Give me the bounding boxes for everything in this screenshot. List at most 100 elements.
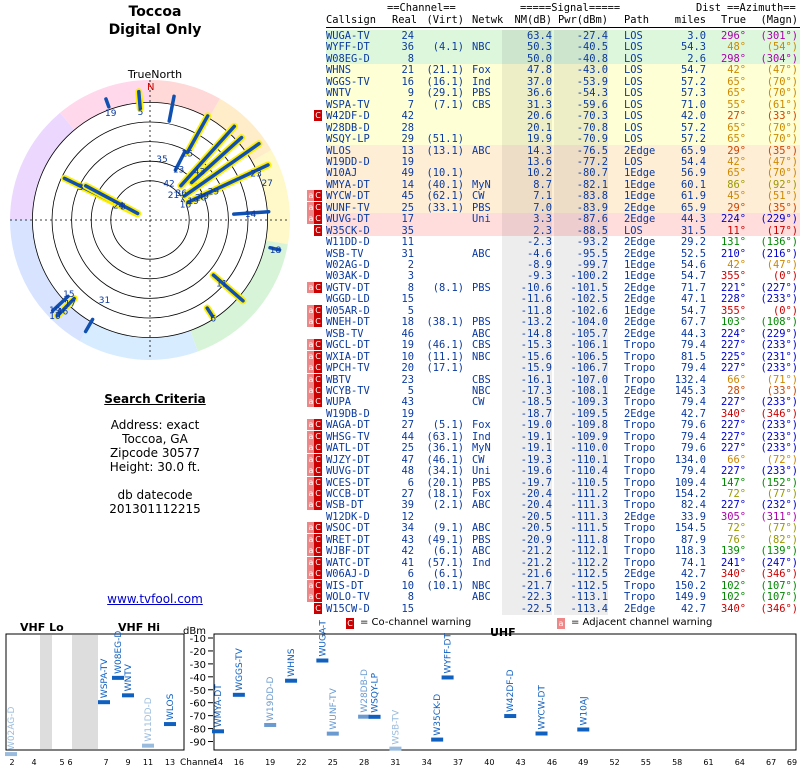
cell-path: LOS xyxy=(624,224,643,237)
table-row[interactable]: W19DB-D 19 -18.7 -109.5 2Edge 42.7 340° (346°) xyxy=(326,407,800,420)
cell-pwr: -110.5 xyxy=(554,476,608,489)
table-row[interactable]: WNTV 9 (29.1) PBS 36.6 -54.3 LOS 57.3 65° (70°) xyxy=(326,87,800,100)
table-row[interactable]: W06AJ-D 6 (6.1) -21.6 -112.5 2Edge 42.7 340° (34… xyxy=(326,568,800,581)
table-row[interactable]: WJBF-DT 42 (6.1) ABC -21.2 -112.1 Tropo 118.3 13… xyxy=(326,545,800,558)
table-row[interactable]: WUPA 43 CW -18.5 -109.3 Tropo 79.4 227° (233°) xyxy=(326,396,800,409)
table-row[interactable]: WCYB-TV 5 NBC -17.3 -108.1 2Edge 145.3 28° (33°) xyxy=(326,384,800,397)
cell-net: Fox xyxy=(472,488,491,500)
table-row[interactable]: WSB-DT 39 (2.1) ABC -20.4 -111.3 Tropo 82.4 227°… xyxy=(326,499,800,512)
table-row[interactable]: WGGS-TV 16 (16.1) Ind 37.0 -53.9 LOS 57.2 65° (70… xyxy=(326,75,800,88)
table-row[interactable]: WUGA-TV 24 63.4 -27.4 LOS 3.0 296° (301°) xyxy=(326,30,800,42)
table-row[interactable]: WRET-DT 43 (49.1) PBS -20.9 -111.8 Tropo 87.9 76… xyxy=(326,533,800,546)
cell-mag: (233°) xyxy=(760,396,798,409)
table-row[interactable]: WUVG-DT 17 Uni 3.3 -87.6 2Edge 44.3 224° (229°) xyxy=(326,213,800,226)
cell-mag: (229°) xyxy=(760,213,798,226)
cell-net: ABC xyxy=(472,327,491,340)
cochannel-warning-icon: C xyxy=(314,602,322,614)
cell-real: 19 xyxy=(401,155,414,168)
cell-nm: 3.3 xyxy=(502,213,552,226)
cell-az: 11° xyxy=(727,224,746,237)
cell-virt: (5.1) xyxy=(432,419,464,432)
uhf-tick-label: 46 xyxy=(547,758,557,767)
cell-virt: (16.1) xyxy=(426,75,464,88)
cell-path: LOS xyxy=(624,30,643,42)
table-row[interactable]: W03AK-D 3 -9.3 -100.2 1Edge 54.7 355° (0°) xyxy=(326,270,800,283)
table-row[interactable]: WHSG-TV 44 (63.1) Ind -19.1 -109.9 Tropo 79.4 22… xyxy=(326,430,800,443)
signal-bar xyxy=(98,700,110,705)
cell-real: 24 xyxy=(401,30,414,42)
table-row[interactable]: WATL-DT 25 (36.1) MyN -19.1 -110.0 Tropo 79.6 22… xyxy=(326,442,800,455)
table-row[interactable]: WGCL-DT 19 (46.1) CBS -15.3 -106.1 Tropo 79.4 22… xyxy=(326,339,800,352)
cochannel-warning-icon: C xyxy=(314,465,322,477)
table-row[interactable]: WGGD-LD 15 -11.6 -102.5 2Edge 47.1 228° (233°) xyxy=(326,293,800,306)
table-row[interactable]: W15CW-D 15 -22.5 -113.4 2Edge 42.7 340° (346°) xyxy=(326,602,800,615)
col-header-path: Path xyxy=(624,14,650,26)
cell-pwr: -113.4 xyxy=(554,602,608,615)
table-row[interactable]: W11DD-D 11 -2.3 -93.2 2Edge 29.2 131° (136°) xyxy=(326,236,800,249)
table-row[interactable]: WSB-TV 31 ABC -4.6 -95.5 2Edge 52.5 210° (216°) xyxy=(326,247,800,260)
tvfool-link[interactable]: www.tvfool.com xyxy=(70,592,240,606)
table-row[interactable]: WLOS 13 (13.1) ABC 14.3 -76.5 2Edge 65.9 29° (35°… xyxy=(326,144,800,157)
table-row[interactable]: WIS-DT 10 (10.1) NBC -21.7 -112.5 Tropo 150.2 10… xyxy=(326,579,800,592)
cochannel-warning-icon: C xyxy=(314,488,322,499)
table-row[interactable]: WSPA-TV 7 (7.1) CBS 31.3 -59.6 LOS 71.0 55° (61°) xyxy=(326,98,800,111)
cochannel-warning-icon: C xyxy=(314,579,322,591)
table-row[interactable]: W28DB-D 28 20.1 -70.8 LOS 57.2 65° (70°) xyxy=(326,121,800,134)
table-row[interactable]: WUVG-DT 48 (34.1) Uni -19.6 -110.4 Tropo 79.4 22… xyxy=(326,465,800,478)
table-row[interactable]: WNEH-DT 18 (38.1) PBS -13.2 -104.0 2Edge 67.7 10… xyxy=(326,316,800,329)
table-row[interactable]: W10AJ 49 (10.1) 10.2 -80.7 1Edge 56.9 65° (70°) xyxy=(326,167,800,180)
cell-callsign: W08EG-D xyxy=(326,52,370,65)
uhf-tick-label: 16 xyxy=(234,758,244,767)
table-row[interactable]: WYFF-DT 36 (4.1) NBC 50.3 -40.5 LOS 54.3 48° (54°… xyxy=(326,41,800,54)
table-row[interactable]: W42DF-D 42 20.6 -70.3 LOS 42.0 27° (33°) xyxy=(326,110,800,123)
cell-mag: (232°) xyxy=(760,499,798,512)
table-row[interactable]: W12DK-D 12 -20.5 -111.3 2Edge 33.9 305° (311°) xyxy=(326,510,800,523)
cell-path: 2Edge xyxy=(624,384,656,397)
cell-dist: 54.3 xyxy=(680,41,706,54)
table-row[interactable]: WATC-DT 41 (57.1) Ind -21.2 -112.2 Tropo 74.1 24… xyxy=(326,556,800,569)
table-row[interactable]: WAGA-DT 27 (5.1) Fox -19.0 -109.8 Tropo 79.6 227… xyxy=(326,419,800,432)
table-row[interactable]: WSB-TV 46 ABC -14.8 -105.7 2Edge 44.3 224° (229°… xyxy=(326,327,800,340)
table-row[interactable]: W08EG-D 8 50.0 -40.8 LOS 2.6 298° (304°) xyxy=(326,52,800,65)
cell-nm: -20.9 xyxy=(502,533,552,546)
cell-callsign: W02AG-D xyxy=(326,259,370,271)
signal-bar xyxy=(577,727,590,732)
table-row[interactable]: WXIA-DT 10 (11.1) NBC -15.6 -106.5 Tropo 81.5 22… xyxy=(326,350,800,363)
table-row[interactable]: WYCW-DT 45 (62.1) CW 7.1 -83.8 1Edge 61.9 45° (51… xyxy=(326,190,800,203)
cell-net: Ind xyxy=(472,556,491,569)
table-row[interactable]: WSOC-DT 34 (9.1) ABC -20.5 -111.5 Tropo 154.5 72… xyxy=(326,522,800,535)
cell-real: 19 xyxy=(401,407,414,420)
table-row[interactable]: WSQY-LP 29 (51.1) 19.9 -70.9 LOS 57.2 65° (70°) xyxy=(326,133,800,146)
table-row[interactable]: WCES-DT 6 (20.1) PBS -19.7 -110.5 Tropo 109.4 14… xyxy=(326,476,800,489)
cell-real: 13 xyxy=(401,144,414,157)
table-row[interactable]: WHNS 21 (21.1) Fox 47.8 -43.0 LOS 54.7 42° (47°) xyxy=(326,64,800,77)
table-row[interactable]: WOLO-TV 8 ABC -22.3 -113.1 Tropo 149.9 102° (107… xyxy=(326,591,800,604)
cell-mag: (346°) xyxy=(760,407,798,420)
table-row[interactable]: WUNF-TV 25 (33.1) PBS 7.0 -83.9 2Edge 65.9 29° (3… xyxy=(326,201,800,214)
cell-pwr: -104.0 xyxy=(554,316,608,329)
cochannel-warning-icon: C xyxy=(314,556,322,568)
table-row[interactable]: WCCB-DT 27 (18.1) Fox -20.4 -111.2 Tropo 154.2 7… xyxy=(326,488,800,500)
cell-dist: 79.6 xyxy=(680,442,706,455)
cell-real: 27 xyxy=(401,488,414,500)
cell-mag: (0°) xyxy=(772,304,798,317)
cell-nm: 36.6 xyxy=(502,87,552,100)
cell-pwr: -112.5 xyxy=(554,579,608,592)
table-row[interactable]: WPCH-TV 20 (17.1) -15.9 -106.7 Tropo 79.4 227° (… xyxy=(326,362,800,375)
cell-nm: 19.9 xyxy=(502,133,552,146)
cochannel-warning-icon: C xyxy=(314,545,322,557)
station-channel-label: 15 xyxy=(63,290,74,300)
table-row[interactable]: WMYA-DT 14 (40.1) MyN 8.7 -82.1 1Edge 60.1 86° (9… xyxy=(326,178,800,191)
table-row[interactable]: W02AG-D 2 -8.9 -99.7 1Edge 54.6 42° (47°) xyxy=(326,259,800,271)
table-row[interactable]: W05AR-D 5 -11.8 -102.6 1Edge 54.7 355° (0°) xyxy=(326,304,800,317)
table-row[interactable]: WJZY-DT 47 (46.1) CW -19.3 -110.1 Tropo 134.0 66… xyxy=(326,453,800,466)
table-row[interactable]: WBTV 23 CBS -16.1 -107.0 Tropo 132.4 66° (71°) xyxy=(326,373,800,386)
table-row[interactable]: W19DD-D 19 13.6 -77.2 LOS 54.4 42° (47°) xyxy=(326,155,800,168)
table-row[interactable]: W35CK-D 35 2.3 -88.5 LOS 31.5 11° (17°) xyxy=(326,224,800,237)
north-marker: N xyxy=(147,82,154,93)
cell-path: 2Edge xyxy=(624,510,656,523)
cell-net: CBS xyxy=(472,339,491,352)
signal-bar-label: WSB-TV xyxy=(391,709,401,745)
table-row[interactable]: WGTV-DT 8 (8.1) PBS -10.6 -101.5 2Edge 71.7 221°… xyxy=(326,281,800,294)
uhf-tick-label: 64 xyxy=(735,758,745,767)
